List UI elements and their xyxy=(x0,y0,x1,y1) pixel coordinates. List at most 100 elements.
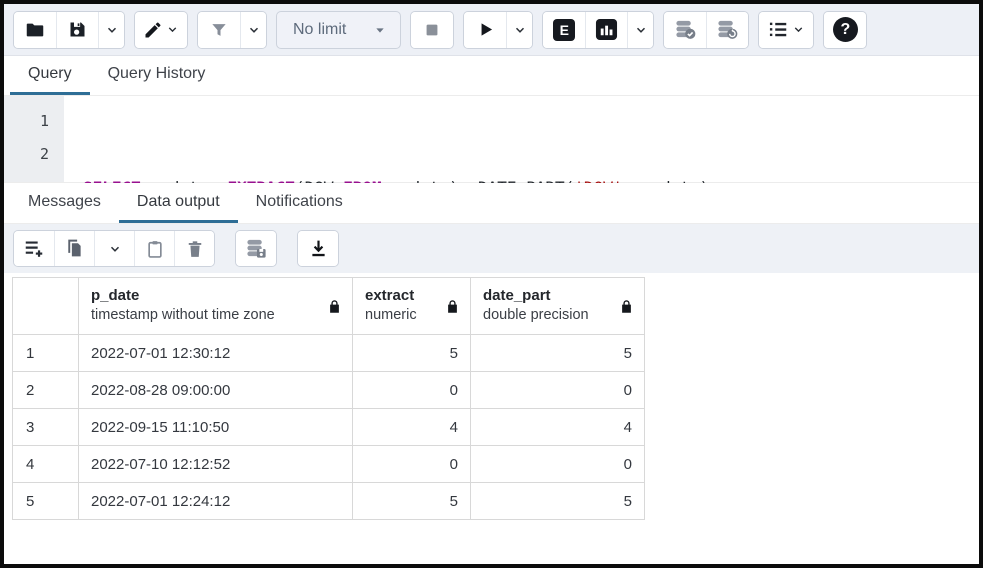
tab-messages[interactable]: Messages xyxy=(10,183,119,223)
execute-query-button[interactable] xyxy=(464,12,506,48)
floppy-disk-icon xyxy=(67,19,88,40)
edit-button-group xyxy=(134,11,188,49)
cell-extract[interactable]: 5 xyxy=(353,335,471,372)
save-file-button[interactable] xyxy=(56,12,98,48)
save-options-dropdown[interactable] xyxy=(98,12,124,48)
copy-options-dropdown[interactable] xyxy=(94,231,134,266)
header-row: p_date timestamp without time zone extra… xyxy=(13,278,645,335)
explain-button[interactable]: E xyxy=(543,12,585,48)
tab-query[interactable]: Query xyxy=(10,56,90,95)
tab-query-label: Query xyxy=(28,65,72,83)
delete-row-button[interactable] xyxy=(174,231,214,266)
column-type: timestamp without time zone xyxy=(91,306,275,326)
execute-options-dropdown[interactable] xyxy=(506,12,532,48)
download-icon xyxy=(308,238,329,259)
result-tabbar: Messages Data output Notifications xyxy=(4,183,979,224)
table-row: 2 2022-08-28 09:00:00 0 0 xyxy=(13,372,645,409)
open-file-button[interactable] xyxy=(14,12,56,48)
row-number-cell[interactable]: 2 xyxy=(13,372,79,409)
line-number-gutter: 1 2 xyxy=(4,96,64,182)
cell-extract[interactable]: 0 xyxy=(353,446,471,483)
chevron-down-icon xyxy=(105,23,119,37)
cell-date-part[interactable]: 0 xyxy=(471,372,645,409)
column-header-date-part[interactable]: date_part double precision xyxy=(471,278,645,335)
row-limit-select[interactable]: No limit xyxy=(276,11,401,49)
copy-icon xyxy=(64,238,85,259)
explain-analyze-button[interactable] xyxy=(585,12,627,48)
add-row-button[interactable] xyxy=(14,231,54,266)
commit-button[interactable] xyxy=(664,12,706,48)
tab-data-output[interactable]: Data output xyxy=(119,183,238,223)
cell-p-date[interactable]: 2022-08-28 09:00:00 xyxy=(79,372,353,409)
pencil-icon xyxy=(143,20,163,40)
column-name: extract xyxy=(365,286,417,306)
editor-tabbar: Query Query History xyxy=(4,56,979,96)
save-data-changes-button[interactable] xyxy=(236,231,276,266)
column-header-extract[interactable]: extract numeric xyxy=(353,278,471,335)
copy-button[interactable] xyxy=(54,231,94,266)
filter-button-group xyxy=(197,11,267,49)
tab-query-history-label: Query History xyxy=(108,65,206,83)
filter-options-dropdown[interactable] xyxy=(240,12,266,48)
cell-extract[interactable]: 0 xyxy=(353,372,471,409)
paste-button[interactable] xyxy=(134,231,174,266)
edit-dropdown-button[interactable] xyxy=(135,12,187,48)
download-results-button[interactable] xyxy=(298,231,338,266)
line-number: 2 xyxy=(4,138,49,171)
database-commit-icon xyxy=(674,18,697,41)
row-number-cell[interactable]: 3 xyxy=(13,409,79,446)
lock-icon xyxy=(321,299,342,314)
chevron-down-icon xyxy=(634,23,648,37)
trash-icon xyxy=(185,239,205,259)
column-name: p_date xyxy=(91,286,275,306)
macros-dropdown-button[interactable] xyxy=(759,12,813,48)
execute-button-group xyxy=(463,11,533,49)
explain-e-icon: E xyxy=(553,19,575,41)
tab-query-history[interactable]: Query History xyxy=(90,56,224,95)
column-type: double precision xyxy=(483,306,589,326)
cell-extract[interactable]: 5 xyxy=(353,483,471,520)
data-output-panel: p_date timestamp without time zone extra… xyxy=(4,273,979,564)
select-all-header-cell[interactable] xyxy=(13,278,79,335)
rollback-button[interactable] xyxy=(706,12,748,48)
result-toolbar xyxy=(4,224,979,273)
help-button[interactable]: ? xyxy=(824,12,866,48)
chevron-down-icon xyxy=(513,23,527,37)
results-table: p_date timestamp without time zone extra… xyxy=(12,277,645,520)
cell-p-date[interactable]: 2022-09-15 11:10:50 xyxy=(79,409,353,446)
line-number: 1 xyxy=(4,105,49,138)
row-limit-value: No limit xyxy=(293,21,346,39)
row-number-cell[interactable]: 4 xyxy=(13,446,79,483)
cancel-query-button[interactable] xyxy=(411,12,453,48)
file-button-group xyxy=(13,11,125,49)
cell-p-date[interactable]: 2022-07-01 12:24:12 xyxy=(79,483,353,520)
database-rollback-icon xyxy=(716,18,739,41)
cell-date-part[interactable]: 5 xyxy=(471,483,645,520)
tab-messages-label: Messages xyxy=(28,193,101,211)
row-number-cell[interactable]: 1 xyxy=(13,335,79,372)
explain-options-dropdown[interactable] xyxy=(627,12,653,48)
column-header-p-date[interactable]: p_date timestamp without time zone xyxy=(79,278,353,335)
row-number-cell[interactable]: 5 xyxy=(13,483,79,520)
bar-chart-icon xyxy=(595,18,618,41)
tab-notifications-label: Notifications xyxy=(256,193,343,211)
cell-extract[interactable]: 4 xyxy=(353,409,471,446)
chevron-down-icon xyxy=(792,23,805,36)
cell-p-date[interactable]: 2022-07-10 12:12:52 xyxy=(79,446,353,483)
filter-button[interactable] xyxy=(198,12,240,48)
database-save-icon xyxy=(245,237,268,260)
sql-editor[interactable]: 1 2 SELECT p_date, EXTRACT(DOW FROM p_da… xyxy=(4,96,979,183)
question-circle-icon: ? xyxy=(833,17,858,42)
sql-code[interactable]: SELECT p_date, EXTRACT(DOW FROM p_date),… xyxy=(64,96,709,182)
transaction-button-group xyxy=(663,11,749,49)
table-row: 3 2022-09-15 11:10:50 4 4 xyxy=(13,409,645,446)
cell-date-part[interactable]: 0 xyxy=(471,446,645,483)
cell-p-date[interactable]: 2022-07-01 12:30:12 xyxy=(79,335,353,372)
add-row-icon xyxy=(23,238,45,260)
table-row: 1 2022-07-01 12:30:12 5 5 xyxy=(13,335,645,372)
cell-date-part[interactable]: 4 xyxy=(471,409,645,446)
tab-notifications[interactable]: Notifications xyxy=(238,183,361,223)
cell-date-part[interactable]: 5 xyxy=(471,335,645,372)
table-row: 4 2022-07-10 12:12:52 0 0 xyxy=(13,446,645,483)
lock-icon xyxy=(613,299,634,314)
